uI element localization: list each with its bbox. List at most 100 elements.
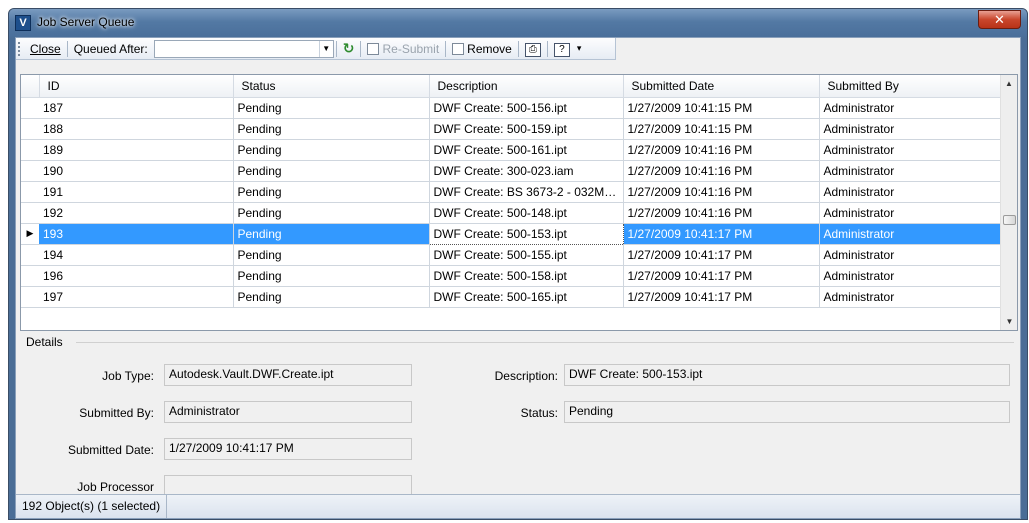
cell-submitted-date[interactable]: 1/27/2009 10:41:17 PM <box>623 223 820 245</box>
cell-description[interactable]: DWF Create: 500-156.ipt <box>429 97 624 119</box>
cell-id[interactable]: 187 <box>39 97 234 119</box>
cell-id[interactable]: 193 <box>39 223 234 245</box>
table-row[interactable]: ▶ 193 Pending DWF Create: 500-153.ipt 1/27/2… <box>21 222 1002 245</box>
job-queue-grid[interactable]: ID Status Description Submitted Date Sub… <box>20 74 1018 331</box>
cell-status[interactable]: Pending <box>233 202 430 224</box>
cell-description[interactable]: DWF Create: 300-023.iam <box>429 160 624 182</box>
help-button[interactable]: ? <box>550 41 574 57</box>
description-field[interactable]: DWF Create: 500-153.ipt <box>564 364 1010 386</box>
cell-id[interactable]: 190 <box>39 160 234 182</box>
cell-description[interactable]: DWF Create: BS 3673-2 - 032MS ... <box>429 181 624 203</box>
cell-submitted-date[interactable]: 1/27/2009 10:41:17 PM <box>623 244 820 266</box>
table-row[interactable]: 187 Pending DWF Create: 500-156.ipt 1/27/20… <box>21 97 1002 119</box>
vertical-scrollbar[interactable]: ▲ ▼ <box>1000 75 1017 330</box>
cell-submitted-date[interactable]: 1/27/2009 10:41:16 PM <box>623 202 820 224</box>
table-row[interactable]: 189 Pending DWF Create: 500-161.ipt 1/27/20… <box>21 139 1002 161</box>
cell-description[interactable]: DWF Create: 500-153.ipt <box>428 222 624 245</box>
cell-submitted-date[interactable]: 1/27/2009 10:41:16 PM <box>623 139 820 161</box>
status-field[interactable]: Pending <box>564 401 1010 423</box>
cell-submitted-by[interactable]: Administrator <box>819 118 1002 140</box>
cell-status[interactable]: Pending <box>233 244 430 266</box>
row-gutter[interactable] <box>21 139 39 161</box>
cell-submitted-by[interactable]: Administrator <box>819 265 1002 287</box>
row-gutter[interactable] <box>21 286 39 308</box>
cell-submitted-date[interactable]: 1/27/2009 10:41:17 PM <box>623 265 820 287</box>
column-header-id[interactable]: ID <box>39 75 234 98</box>
table-row[interactable]: 194 Pending DWF Create: 500-155.ipt 1/27/20… <box>21 244 1002 266</box>
print-button[interactable]: ⎙ <box>521 41 545 57</box>
cell-description[interactable]: DWF Create: 500-158.ipt <box>429 265 624 287</box>
column-header-description[interactable]: Description <box>429 75 624 98</box>
table-row[interactable]: 196 Pending DWF Create: 500-158.ipt 1/27/20… <box>21 265 1002 287</box>
table-row[interactable]: 197 Pending DWF Create: 500-165.ipt 1/27/20… <box>21 286 1002 308</box>
cell-id[interactable]: 189 <box>39 139 234 161</box>
cell-status[interactable]: Pending <box>233 97 430 119</box>
cell-submitted-by[interactable]: Administrator <box>819 160 1002 182</box>
queued-after-combobox[interactable]: ▼ <box>153 39 334 58</box>
cell-submitted-date[interactable]: 1/27/2009 10:41:15 PM <box>623 97 820 119</box>
chevron-down-icon[interactable]: ▼ <box>318 40 333 57</box>
cell-description[interactable]: DWF Create: 500-159.ipt <box>429 118 624 140</box>
row-gutter[interactable] <box>21 202 39 224</box>
row-gutter[interactable] <box>21 160 39 182</box>
row-gutter[interactable] <box>21 181 39 203</box>
cell-submitted-by[interactable]: Administrator <box>819 97 1002 119</box>
cell-id[interactable]: 191 <box>39 181 234 203</box>
cell-description[interactable]: DWF Create: 500-148.ipt <box>429 202 624 224</box>
submitted-by-field[interactable]: Administrator <box>164 401 412 423</box>
cell-submitted-date[interactable]: 1/27/2009 10:41:16 PM <box>623 181 820 203</box>
cell-status[interactable]: Pending <box>233 160 430 182</box>
cell-status[interactable]: Pending <box>233 286 430 308</box>
remove-button[interactable]: Remove <box>448 42 516 56</box>
cell-id[interactable]: 188 <box>39 118 234 140</box>
title-bar[interactable]: V Job Server Queue ✕ <box>9 9 1027 37</box>
cell-id[interactable]: 194 <box>39 244 234 266</box>
close-label: Close <box>30 41 61 56</box>
resubmit-button[interactable]: Re-Submit <box>363 42 443 56</box>
table-row[interactable]: 192 Pending DWF Create: 500-148.ipt 1/27/20… <box>21 202 1002 224</box>
table-row[interactable]: 191 Pending DWF Create: BS 3673-2 - 032MS … <box>21 181 1002 203</box>
table-row[interactable]: 190 Pending DWF Create: 300-023.iam 1/27/20… <box>21 160 1002 182</box>
row-gutter[interactable] <box>21 265 39 287</box>
row-gutter[interactable] <box>21 244 39 266</box>
cell-submitted-by[interactable]: Administrator <box>819 139 1002 161</box>
cell-description[interactable]: DWF Create: 500-165.ipt <box>429 286 624 308</box>
scroll-up-icon[interactable]: ▲ <box>1001 75 1017 92</box>
refresh-icon[interactable]: ↻ <box>339 40 359 57</box>
row-pointer-icon[interactable]: ▶ <box>21 223 39 245</box>
cell-id[interactable]: 192 <box>39 202 234 224</box>
column-header-submitted-date[interactable]: Submitted Date <box>623 75 820 98</box>
row-gutter[interactable] <box>21 118 39 140</box>
cell-submitted-by[interactable]: Administrator <box>819 181 1002 203</box>
column-header-status[interactable]: Status <box>233 75 430 98</box>
cell-description[interactable]: DWF Create: 500-161.ipt <box>429 139 624 161</box>
toolbar-separator <box>66 40 68 57</box>
table-row[interactable]: 188 Pending DWF Create: 500-159.ipt 1/27/20… <box>21 118 1002 140</box>
cell-id[interactable]: 196 <box>39 265 234 287</box>
cell-status[interactable]: Pending <box>233 223 430 245</box>
row-gutter[interactable] <box>21 97 39 119</box>
cell-status[interactable]: Pending <box>233 139 430 161</box>
cell-status[interactable]: Pending <box>233 118 430 140</box>
grip-icon[interactable] <box>18 41 24 56</box>
toolbar-overflow-icon[interactable]: ▾ <box>577 43 582 54</box>
app-icon: V <box>15 15 31 31</box>
job-type-field[interactable]: Autodesk.Vault.DWF.Create.ipt <box>164 364 412 386</box>
cell-submitted-by[interactable]: Administrator <box>819 244 1002 266</box>
cell-status[interactable]: Pending <box>233 265 430 287</box>
window-close-button[interactable]: ✕ <box>978 10 1021 29</box>
scroll-down-icon[interactable]: ▼ <box>1001 313 1017 330</box>
cell-status[interactable]: Pending <box>233 181 430 203</box>
cell-submitted-by[interactable]: Administrator <box>819 223 1002 245</box>
cell-submitted-by[interactable]: Administrator <box>819 286 1002 308</box>
cell-submitted-date[interactable]: 1/27/2009 10:41:16 PM <box>623 160 820 182</box>
submitted-date-field[interactable]: 1/27/2009 10:41:17 PM <box>164 438 412 460</box>
cell-submitted-by[interactable]: Administrator <box>819 202 1002 224</box>
cell-description[interactable]: DWF Create: 500-155.ipt <box>429 244 624 266</box>
cell-submitted-date[interactable]: 1/27/2009 10:41:15 PM <box>623 118 820 140</box>
close-button[interactable]: Close <box>26 42 65 56</box>
cell-submitted-date[interactable]: 1/27/2009 10:41:17 PM <box>623 286 820 308</box>
column-header-submitted-by[interactable]: Submitted By <box>819 75 1002 98</box>
scrollbar-thumb[interactable] <box>1003 215 1016 225</box>
cell-id[interactable]: 197 <box>39 286 234 308</box>
